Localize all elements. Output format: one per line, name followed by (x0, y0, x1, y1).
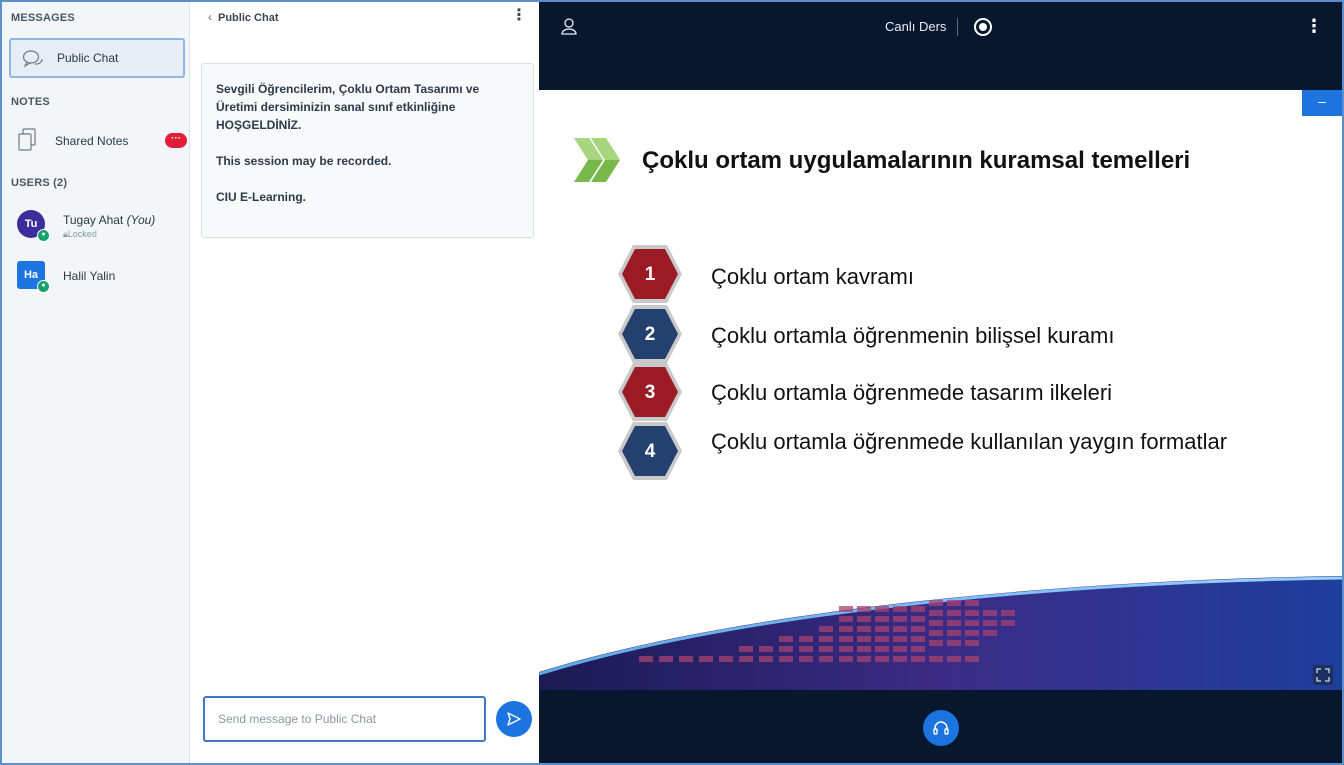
headphones-icon (933, 721, 949, 735)
send-icon (507, 712, 521, 726)
organization-name: CIU E-Learning. (216, 190, 307, 204)
slide-item-text: Çoklu ortamla öğrenmede kullanılan yaygı… (711, 429, 1228, 454)
user-status: 🔒︎Locked (63, 229, 97, 239)
item-number: 2 (644, 324, 656, 345)
slide-title: Çoklu ortam uygulamalarının kuramsal tem… (642, 147, 1191, 174)
sidebar: MESSAGES Public Chat NOTES Shared Notes … (2, 2, 190, 763)
microphone-icon: ● (37, 280, 50, 293)
users-section-title: USERS (2) (11, 177, 68, 189)
user-icon[interactable] (561, 18, 577, 36)
notes-section-title: NOTES (11, 96, 50, 108)
item-number: 3 (644, 382, 656, 403)
item-number: 4 (644, 441, 656, 462)
slide-item-text: Çoklu ortam kavramı (711, 264, 914, 289)
chevron-left-icon: ‹ (208, 10, 212, 24)
audio-headphones-button[interactable] (923, 710, 959, 746)
chat-back-button[interactable]: ‹ Public Chat (208, 10, 279, 24)
welcome-message: Sevgili Öğrencilerim, Çoklu Ortam Tasarı… (201, 63, 534, 238)
user-name: Halil Yalin (63, 269, 116, 283)
chat-panel: ‹ Public Chat ⋮ Sevgili Öğrencilerim, Çok… (191, 2, 538, 763)
chat-message-input[interactable] (203, 696, 486, 742)
user-list-item[interactable]: Ha ● Halil Yalin (9, 257, 185, 299)
slide-item-text: Çoklu ortamla öğrenmede tasarım ilkeleri (711, 380, 1113, 405)
meeting-title: Canlı Ders (885, 19, 947, 34)
user-list-item[interactable]: Tu ● Tugay Ahat (You) 🔒︎Locked (9, 206, 185, 248)
sidebar-item-shared-notes[interactable]: Shared Notes ··· (9, 122, 187, 160)
messages-section-title: MESSAGES (11, 12, 75, 24)
welcome-text: Sevgili Öğrencilerim, Çoklu Ortam Tasarı… (216, 82, 480, 132)
shared-notes-label: Shared Notes (55, 134, 129, 148)
chat-options-icon[interactable]: ⋮ (511, 8, 527, 24)
public-chat-label: Public Chat (57, 51, 119, 65)
chat-bubbles-icon (22, 50, 43, 68)
divider (957, 18, 958, 36)
recording-notice: This session may be recorded. (216, 154, 392, 168)
item-number: 1 (644, 264, 656, 285)
fullscreen-icon[interactable] (1313, 665, 1333, 685)
minimize-presentation-button[interactable]: – (1302, 90, 1342, 116)
sidebar-item-public-chat[interactable]: Public Chat (9, 38, 185, 78)
double-chevron-logo-icon (574, 138, 620, 182)
presentation-slide: – Çoklu ortam uygulamalarının kuramsal t… (539, 90, 1342, 690)
slide-item-text: Çoklu ortamla öğrenmenin bilişsel kuramı (711, 323, 1115, 348)
chat-title: Public Chat (218, 12, 279, 24)
microphone-icon: ● (37, 229, 50, 242)
record-button[interactable] (974, 18, 992, 36)
notes-document-icon (18, 128, 36, 151)
avatar: Ha ● (17, 261, 50, 293)
avatar: Tu ● (17, 210, 50, 242)
decorative-wave-background (539, 576, 1342, 690)
presentation-area: Canlı Ders ⋮ – Çoklu ortam uygulamaların… (539, 2, 1342, 763)
send-button[interactable] (496, 701, 532, 737)
options-menu-icon[interactable]: ⋮ (1305, 17, 1323, 35)
user-name: Tugay Ahat (You) (63, 213, 156, 227)
unread-badge: ··· (165, 133, 187, 148)
